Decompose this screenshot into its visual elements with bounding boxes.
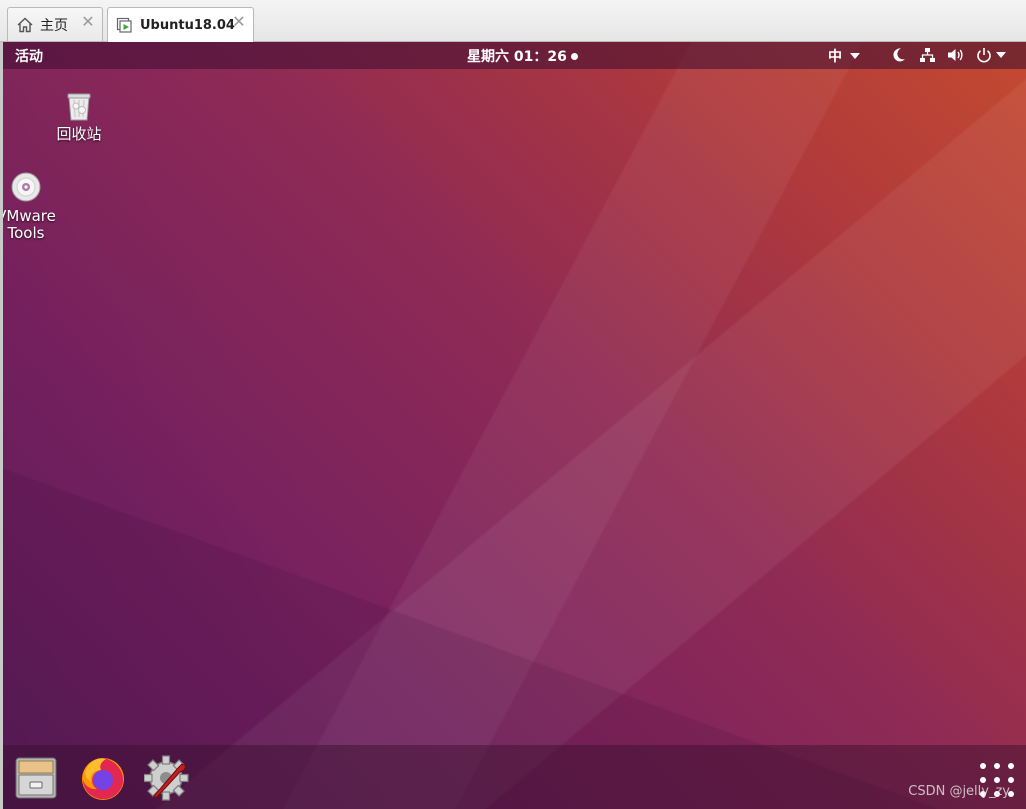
desktop-trash[interactable]: 回收站 <box>34 90 124 143</box>
tab-home-label: 主页 <box>40 17 68 34</box>
home-icon <box>16 16 34 34</box>
tab-vm-label: Ubuntu18.04 <box>140 18 235 33</box>
desktop-trash-label: 回收站 <box>56 125 102 143</box>
wallpaper-shard <box>3 42 1026 809</box>
files-icon[interactable] <box>13 754 61 802</box>
desktop-vmware-label-line1: VMware <box>3 207 56 225</box>
power-icon[interactable] <box>976 46 992 64</box>
notification-dot-icon <box>570 52 578 60</box>
tab-vm[interactable]: Ubuntu18.04 ✕ <box>107 7 254 43</box>
dock: CSDN @jelly_zy <box>3 745 1026 809</box>
night-light-icon[interactable] <box>892 46 906 64</box>
close-icon[interactable]: ✕ <box>232 14 246 30</box>
host-tab-strip: 主页 ✕ Ubuntu18.04 ✕ <box>0 0 1026 43</box>
clock-text: 星期六 01：26 <box>467 49 567 65</box>
guest-desktop[interactable]: 活动 星期六 01：26 中 回收站 Mware Tools CSDN @jel… <box>3 42 1026 809</box>
activities-button[interactable]: 活动 <box>15 46 43 66</box>
close-icon[interactable]: ✕ <box>81 14 95 30</box>
firefox-icon[interactable] <box>79 754 127 802</box>
clock-button[interactable]: 星期六 01：26 <box>467 46 578 66</box>
trash-icon <box>63 90 95 122</box>
desktop-vmware-tools[interactable]: VMware Tools <box>3 172 71 242</box>
tab-home[interactable]: 主页 ✕ <box>7 7 103 41</box>
network-icon[interactable] <box>919 46 936 64</box>
volume-icon[interactable] <box>947 46 965 64</box>
chevron-down-icon <box>850 53 860 59</box>
input-method-menu[interactable]: 中 <box>828 46 860 66</box>
disc-icon <box>10 172 42 204</box>
desktop-vmware-label-line2: Tools <box>7 224 45 242</box>
wallpaper-shard <box>3 42 1026 809</box>
input-method-label: 中 <box>828 49 842 65</box>
vm-play-icon <box>116 17 134 35</box>
system-menu-chevron-icon[interactable] <box>996 46 1006 64</box>
watermark-text: CSDN @jelly_zy <box>908 784 1010 799</box>
gnome-top-bar: 活动 星期六 01：26 中 <box>3 42 1026 69</box>
software-settings-icon[interactable] <box>143 754 192 802</box>
